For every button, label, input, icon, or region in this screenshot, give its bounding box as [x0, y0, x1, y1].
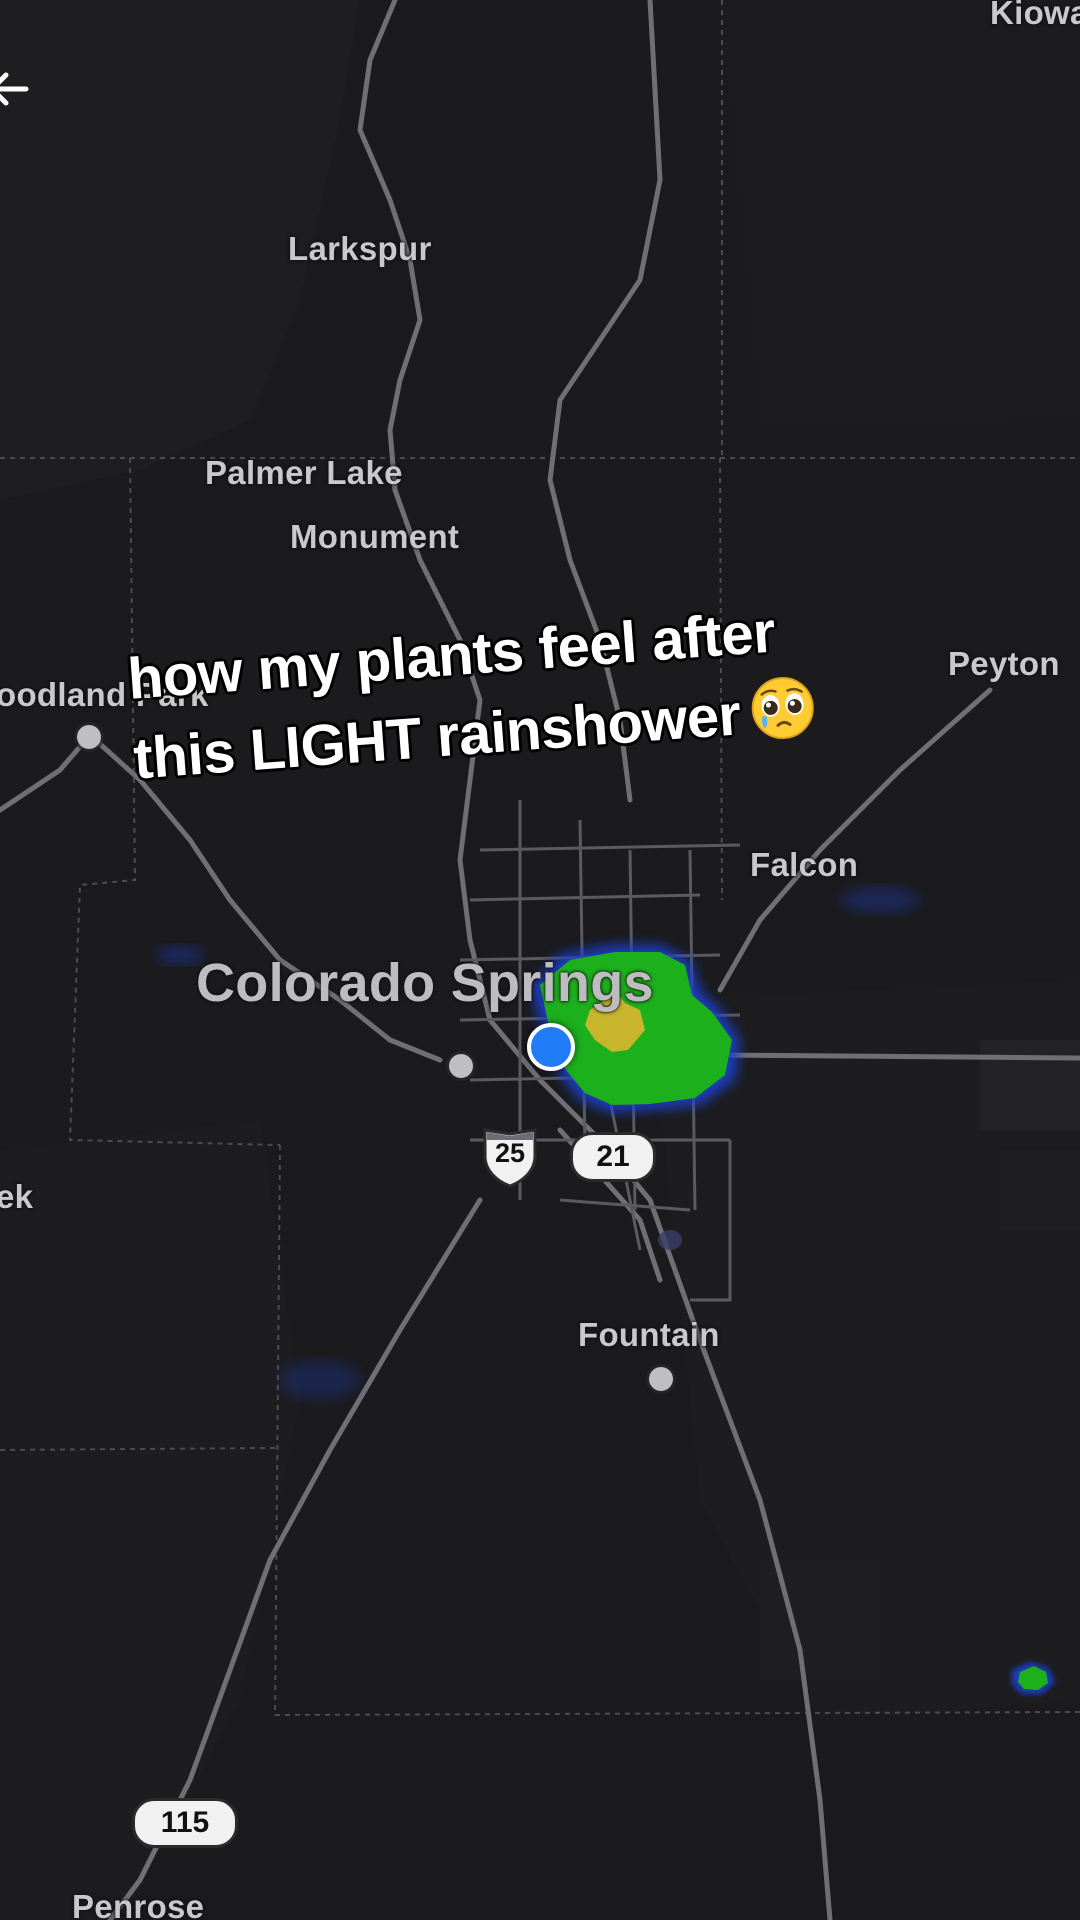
place-label-kiowa: Kiowa: [990, 0, 1080, 31]
place-label-partial-west: ek: [0, 1178, 34, 1215]
place-label-penrose: Penrose: [72, 1888, 205, 1920]
current-location-marker[interactable]: [527, 1023, 575, 1071]
pleading-face-emoji-icon: [751, 676, 814, 739]
city-marker-fountain[interactable]: [649, 1367, 673, 1391]
state-route-115-number: 115: [160, 1806, 210, 1839]
place-label-larkspur: Larkspur: [288, 230, 432, 267]
radar-map[interactable]: Kiowa Larkspur Palmer Lake Monument oodl…: [0, 0, 1080, 1920]
place-label-peyton: Peyton: [948, 645, 1060, 682]
interstate-25-number: 25: [494, 1138, 526, 1168]
place-label-palmer-lake: Palmer Lake: [205, 454, 403, 491]
place-label-fountain: Fountain: [578, 1316, 720, 1353]
interstate-25-shield: 25: [481, 1126, 539, 1188]
city-marker-colorado-springs[interactable]: [449, 1054, 473, 1078]
state-route-115-shield: 115: [132, 1798, 238, 1848]
state-route-21-shield: 21: [570, 1132, 656, 1182]
place-label-falcon: Falcon: [750, 846, 859, 883]
place-label-monument: Monument: [290, 518, 460, 555]
state-route-21-number: 21: [596, 1140, 630, 1173]
back-arrow-icon[interactable]: [0, 66, 32, 112]
city-marker-woodland-park[interactable]: [77, 725, 101, 749]
place-label-colorado-springs: Colorado Springs: [196, 953, 654, 1013]
